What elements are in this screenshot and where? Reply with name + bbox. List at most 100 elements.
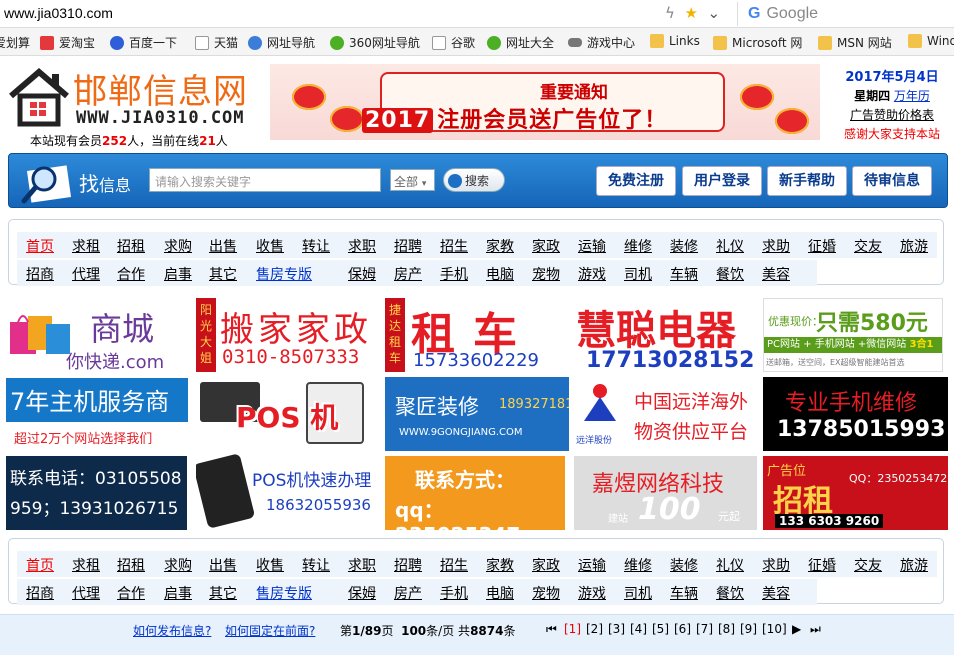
- nav-link[interactable]: 礼仪: [716, 236, 744, 256]
- ad-phone-repair[interactable]: 专业手机维修 13785015993: [763, 377, 948, 451]
- nav-link[interactable]: 游戏: [578, 583, 606, 603]
- login-button[interactable]: 用户登录: [682, 166, 762, 196]
- register-button[interactable]: 免费注册: [596, 166, 676, 196]
- nav-link[interactable]: 手机: [440, 583, 468, 603]
- nav-link[interactable]: 宠物: [532, 583, 560, 603]
- bookmark-item[interactable]: 谷歌: [432, 34, 475, 51]
- house-logo-icon[interactable]: [8, 68, 70, 128]
- sponsor-link[interactable]: 广告赞助价格表: [832, 106, 952, 125]
- nav-link[interactable]: 售房专版: [256, 264, 312, 284]
- bookmark-item[interactable]: Wind: [908, 34, 954, 48]
- nav-link[interactable]: 美容: [762, 583, 790, 603]
- nav-link[interactable]: 首页: [26, 555, 54, 575]
- bookmark-item[interactable]: 网址导航: [248, 34, 315, 51]
- nav-link[interactable]: 美容: [762, 264, 790, 284]
- page-link[interactable]: [1]: [564, 622, 581, 636]
- nav-link[interactable]: 合作: [117, 264, 145, 284]
- nav-link[interactable]: 家政: [532, 236, 560, 256]
- ad-car-rental[interactable]: 捷达租车 租车 15733602229: [385, 298, 568, 372]
- bookmark-item[interactable]: 爱划算: [0, 34, 30, 51]
- page-link[interactable]: [9]: [740, 622, 757, 636]
- nav-link[interactable]: 家政: [532, 555, 560, 575]
- nav-link[interactable]: 旅游: [900, 236, 928, 256]
- nav-link[interactable]: 车辆: [670, 583, 698, 603]
- page-link[interactable]: [10]: [762, 622, 787, 636]
- nav-link[interactable]: 维修: [624, 555, 652, 575]
- nav-link[interactable]: 求助: [762, 236, 790, 256]
- nav-link[interactable]: 保姆: [348, 583, 376, 603]
- bookmark-item[interactable]: Links: [650, 34, 700, 48]
- url-field[interactable]: www.jia0310.com: [4, 5, 113, 21]
- nav-link[interactable]: 宠物: [532, 264, 560, 284]
- nav-link[interactable]: 启事: [164, 583, 192, 603]
- next-page-icon[interactable]: ▶: [792, 622, 801, 636]
- ad-hosting[interactable]: 7年主机服务商 超过2万个网站选择我们: [6, 378, 188, 450]
- nav-link[interactable]: 首页: [26, 236, 54, 256]
- nav-link[interactable]: 出售: [209, 236, 237, 256]
- nav-link[interactable]: 运输: [578, 555, 606, 575]
- last-page-icon[interactable]: ⏭: [810, 622, 821, 637]
- pending-button[interactable]: 待审信息: [852, 166, 932, 196]
- nav-link[interactable]: 求职: [348, 236, 376, 256]
- nav-link[interactable]: 求购: [164, 236, 192, 256]
- ad-jiayu[interactable]: 嘉煜网络科技 建站 100 元起: [574, 456, 757, 530]
- bookmark-item[interactable]: 网址大全: [487, 34, 554, 51]
- scope-select[interactable]: 全部 ▾: [390, 169, 435, 191]
- nav-link[interactable]: 求职: [348, 555, 376, 575]
- nav-link[interactable]: 装修: [670, 236, 698, 256]
- bookmark-item[interactable]: 360网址导航: [330, 34, 420, 51]
- nav-link[interactable]: 运输: [578, 236, 606, 256]
- search-input[interactable]: 请输入搜索关键字: [149, 168, 381, 192]
- page-link[interactable]: [8]: [718, 622, 735, 636]
- nav-link[interactable]: 招商: [26, 583, 54, 603]
- nav-link[interactable]: 转让: [302, 555, 330, 575]
- nav-link[interactable]: 保姆: [348, 264, 376, 284]
- help-button[interactable]: 新手帮助: [767, 166, 847, 196]
- bookmark-item[interactable]: MSN 网站: [818, 34, 892, 51]
- nav-link[interactable]: 游戏: [578, 264, 606, 284]
- search-button[interactable]: 搜索: [443, 168, 505, 192]
- ad-slot-rent[interactable]: 广告位 QQ：2350253472 招租 133 6303 9260: [763, 456, 948, 530]
- nav-link[interactable]: 招生: [440, 236, 468, 256]
- nav-link[interactable]: 征婚: [808, 236, 836, 256]
- nav-link[interactable]: 交友: [854, 236, 882, 256]
- nav-link[interactable]: 征婚: [808, 555, 836, 575]
- nav-link[interactable]: 房产: [394, 264, 422, 284]
- nav-link[interactable]: 售房专版: [256, 583, 312, 603]
- nav-link[interactable]: 司机: [624, 583, 652, 603]
- nav-link[interactable]: 收售: [256, 236, 284, 256]
- star-icon[interactable]: ★: [684, 4, 697, 22]
- first-page-icon[interactable]: ⏮: [546, 622, 557, 637]
- nav-link[interactable]: 招聘: [394, 236, 422, 256]
- ad-pos[interactable]: POS 机: [196, 376, 380, 452]
- nav-link[interactable]: 招租: [117, 236, 145, 256]
- how-to-post-link[interactable]: 如何发布信息?: [133, 622, 211, 639]
- nav-link[interactable]: 代理: [72, 583, 100, 603]
- ad-website-promo[interactable]: 优惠现价： 只需580元 PC网站 + 手机网站 +微信网站 3合1 送邮箱，送…: [763, 298, 943, 372]
- bookmark-item[interactable]: 爱淘宝: [40, 34, 95, 51]
- page-link[interactable]: [4]: [630, 622, 647, 636]
- ad-ocean[interactable]: 远洋股份 中国远洋海外 物资供应平台: [574, 377, 757, 451]
- page-link[interactable]: [3]: [608, 622, 625, 636]
- nav-link[interactable]: 招租: [117, 555, 145, 575]
- nav-link[interactable]: 家教: [486, 236, 514, 256]
- nav-link[interactable]: 其它: [209, 583, 237, 603]
- ad-housekeeping[interactable]: 阳光大姐 搬家家政 0310-8507333: [196, 298, 379, 372]
- ad-qq-contact[interactable]: 联系方式： qq：235025347: [385, 456, 565, 530]
- ad-contact[interactable]: 联系电话：03105508959；13931026715: [6, 456, 187, 530]
- search-engine-box[interactable]: G Google: [737, 2, 954, 26]
- nav-link[interactable]: 代理: [72, 264, 100, 284]
- nav-link[interactable]: 餐饮: [716, 264, 744, 284]
- bookmark-item[interactable]: Microsoft 网: [713, 34, 802, 51]
- nav-link[interactable]: 合作: [117, 583, 145, 603]
- bookmark-item[interactable]: 百度一下: [110, 34, 177, 51]
- nav-link[interactable]: 求租: [72, 236, 100, 256]
- nav-link[interactable]: 求租: [72, 555, 100, 575]
- ad-pos-fast[interactable]: POS机快速办理 18632055936: [196, 454, 380, 530]
- nav-link[interactable]: 电脑: [486, 264, 514, 284]
- nav-link[interactable]: 房产: [394, 583, 422, 603]
- page-link[interactable]: [7]: [696, 622, 713, 636]
- nav-link[interactable]: 家教: [486, 555, 514, 575]
- nav-link[interactable]: 司机: [624, 264, 652, 284]
- ad-decoration[interactable]: 聚匠装修 18932718182 WWW.9GONGJIANG.COM: [385, 377, 569, 451]
